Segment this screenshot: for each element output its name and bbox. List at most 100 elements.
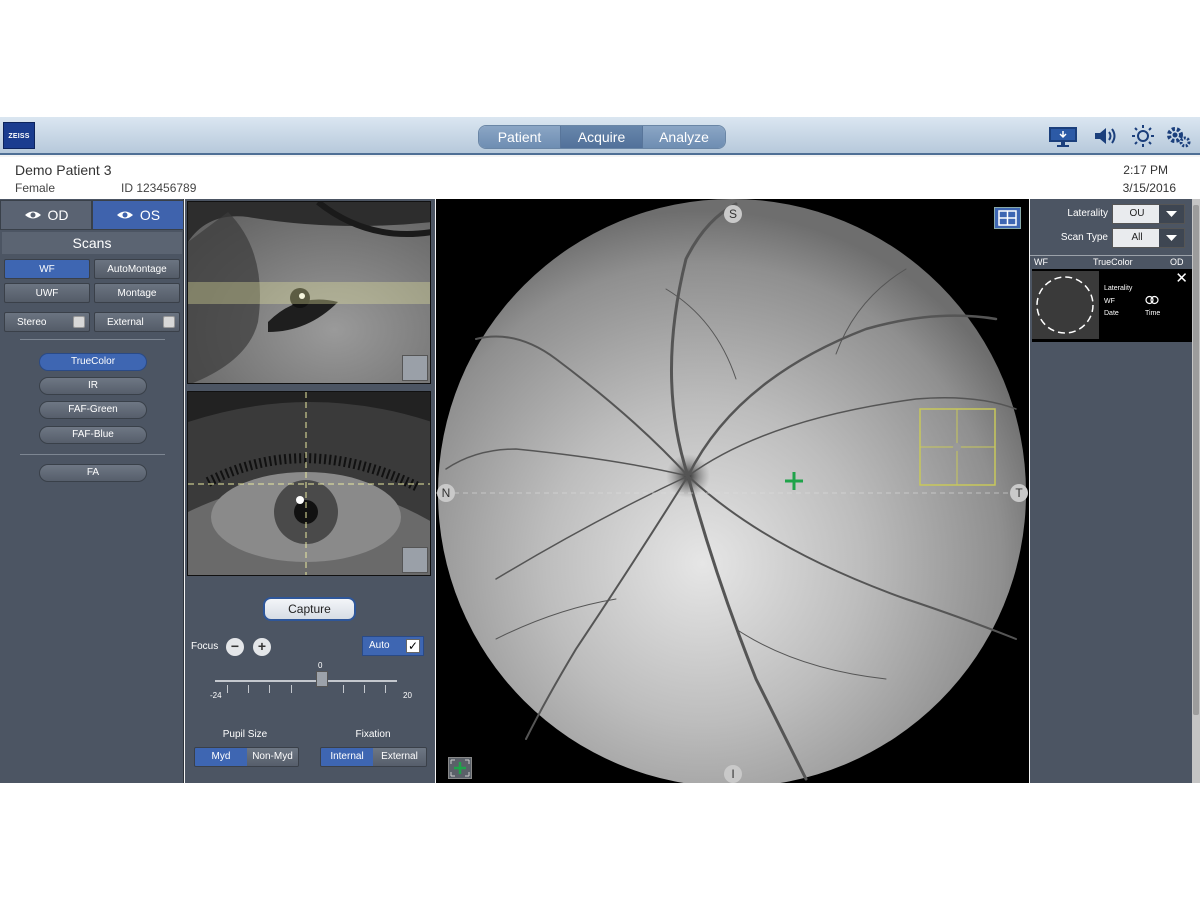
top-bar: ZEISS Patient Acquire Analyze xyxy=(0,117,1200,155)
eye-icon xyxy=(116,211,133,219)
auto-focus-label: Auto xyxy=(369,640,390,651)
thumb-laterality-label: Laterality xyxy=(1104,285,1133,292)
mode-faf-blue-button[interactable]: FAF-Blue xyxy=(39,426,147,444)
monitor-icon[interactable] xyxy=(1048,124,1078,148)
eye-tab-os-label: OS xyxy=(139,207,161,223)
thumbnail-header: WF TrueColor OD xyxy=(1030,255,1193,269)
brightness-icon[interactable] xyxy=(1130,124,1156,148)
crosshair-icon xyxy=(450,759,470,777)
thumb-time-label: Time xyxy=(1145,310,1161,317)
tab-acquire[interactable]: Acquire xyxy=(561,126,643,148)
patient-id: ID 123456789 xyxy=(121,181,197,195)
mode-fa-button[interactable]: FA xyxy=(39,464,147,482)
external-label: External xyxy=(107,317,144,328)
focus-minus-button[interactable]: − xyxy=(226,638,244,656)
camera-adjust-icon[interactable] xyxy=(402,355,428,381)
eye-tab-od[interactable]: OD xyxy=(0,200,92,230)
patient-sex: Female xyxy=(15,181,56,195)
focus-slider-track[interactable] xyxy=(215,680,397,682)
scan-montage-button[interactable]: Montage xyxy=(94,283,180,303)
external-eye-camera-view xyxy=(187,201,431,384)
eye-icon xyxy=(24,211,41,219)
fixation-internal-button[interactable]: Internal xyxy=(321,748,373,766)
eye-tab-os[interactable]: OS xyxy=(92,200,184,230)
scan-options-panel: OD OS Scans WF AutoMontage UWF Montage S… xyxy=(0,199,184,783)
patient-bar: Demo Patient 3 Female ID 123456789 2:17 … xyxy=(0,157,1200,199)
stereo-toggle[interactable]: Stereo xyxy=(4,312,90,332)
scans-title: Scans xyxy=(2,232,182,254)
slider-tick xyxy=(227,685,228,693)
external-checkbox[interactable] xyxy=(163,316,175,328)
speaker-icon[interactable] xyxy=(1092,124,1118,148)
slider-tick xyxy=(269,685,270,693)
mode-ir-button[interactable]: IR xyxy=(39,377,147,395)
slider-tick xyxy=(248,685,249,693)
fixation-selector: Internal External xyxy=(320,747,427,767)
scan-type-filter-label: Scan Type xyxy=(1060,232,1108,243)
scan-type-dropdown[interactable]: All xyxy=(1112,228,1185,248)
slider-tick xyxy=(385,685,386,693)
main-nav-tabs: Patient Acquire Analyze xyxy=(478,125,726,149)
image-browser-panel: Laterality OU Scan Type All WF TrueColor… xyxy=(1030,199,1200,783)
fundus-image xyxy=(436,199,1029,783)
focus-label: Focus xyxy=(191,641,219,652)
stereo-label: Stereo xyxy=(17,317,47,328)
chinrest-adjust-icon[interactable] xyxy=(402,547,428,573)
current-time: 2:17 PM xyxy=(1123,163,1168,177)
grid-icon xyxy=(998,210,1017,226)
laterality-value: OU xyxy=(1129,208,1145,219)
scrollbar-thumb[interactable] xyxy=(1193,205,1199,715)
fixation-external-button[interactable]: External xyxy=(373,748,426,766)
auto-focus-checkbox[interactable]: ✓ xyxy=(406,639,420,653)
scan-wf-button[interactable]: WF xyxy=(4,259,90,279)
eye-tab-od-label: OD xyxy=(47,207,69,223)
camera-panel: Capture Focus − + Auto ✓ 0 -24 20 Pupil … xyxy=(185,199,435,783)
tab-patient[interactable]: Patient xyxy=(479,126,561,148)
pupil-myd-button[interactable]: Myd xyxy=(195,748,247,766)
eye-side-image xyxy=(188,202,430,383)
laterality-filter-label: Laterality xyxy=(1067,208,1108,219)
scan-automontage-button[interactable]: AutoMontage xyxy=(94,259,180,279)
slider-tick xyxy=(364,685,365,693)
patient-name: Demo Patient 3 xyxy=(15,162,112,178)
thumbnail-image xyxy=(1032,271,1099,339)
stereo-checkbox[interactable] xyxy=(73,316,85,328)
zeiss-logo: ZEISS xyxy=(3,122,35,149)
orientation-inferior: I xyxy=(724,765,742,783)
fixation-label: Fixation xyxy=(355,729,391,740)
thumb-mode: TrueColor xyxy=(1093,257,1133,267)
capture-button[interactable]: Capture xyxy=(263,597,356,621)
slider-tick xyxy=(343,685,344,693)
settings-icon[interactable] xyxy=(1166,124,1192,148)
auto-focus-toggle[interactable]: Auto ✓ xyxy=(362,636,424,656)
grid-layout-button[interactable] xyxy=(994,207,1021,229)
app-window: ZEISS Patient Acquire Analyze Demo Patie… xyxy=(0,117,1200,783)
scrollbar[interactable] xyxy=(1192,199,1200,783)
focus-min-label: -24 xyxy=(210,691,222,700)
chevron-down-icon xyxy=(1159,229,1184,247)
external-toggle[interactable]: External xyxy=(94,312,180,332)
focus-plus-button[interactable]: + xyxy=(253,638,271,656)
tab-analyze[interactable]: Analyze xyxy=(643,126,725,148)
fixation-target-button[interactable] xyxy=(448,757,472,779)
scan-uwf-button[interactable]: UWF xyxy=(4,283,90,303)
pupil-non-myd-button[interactable]: Non-Myd xyxy=(247,748,298,766)
thumb-eye: OD xyxy=(1170,257,1184,267)
thumb-scan-type: WF xyxy=(1034,257,1048,267)
close-icon[interactable]: ✕ xyxy=(1175,269,1188,287)
chevron-down-icon xyxy=(1159,205,1184,223)
slider-tick xyxy=(291,685,292,693)
current-date: 3/15/2016 xyxy=(1122,181,1176,195)
divider xyxy=(20,339,165,340)
thumb-wf-label: WF xyxy=(1104,298,1115,305)
eye-selector: OD OS xyxy=(0,200,184,230)
mode-truecolor-button[interactable]: TrueColor xyxy=(39,353,147,371)
thumbnail-item[interactable]: Laterality WF Date Time ✕ xyxy=(1032,269,1192,342)
divider xyxy=(20,454,165,455)
laterality-dropdown[interactable]: OU xyxy=(1112,204,1185,224)
focus-slider-thumb[interactable] xyxy=(316,671,328,687)
fundus-live-view[interactable]: S N T I xyxy=(436,199,1029,783)
mode-faf-green-button[interactable]: FAF-Green xyxy=(39,401,147,419)
scan-type-value: All xyxy=(1131,232,1143,243)
orientation-temporal: T xyxy=(1010,484,1028,502)
